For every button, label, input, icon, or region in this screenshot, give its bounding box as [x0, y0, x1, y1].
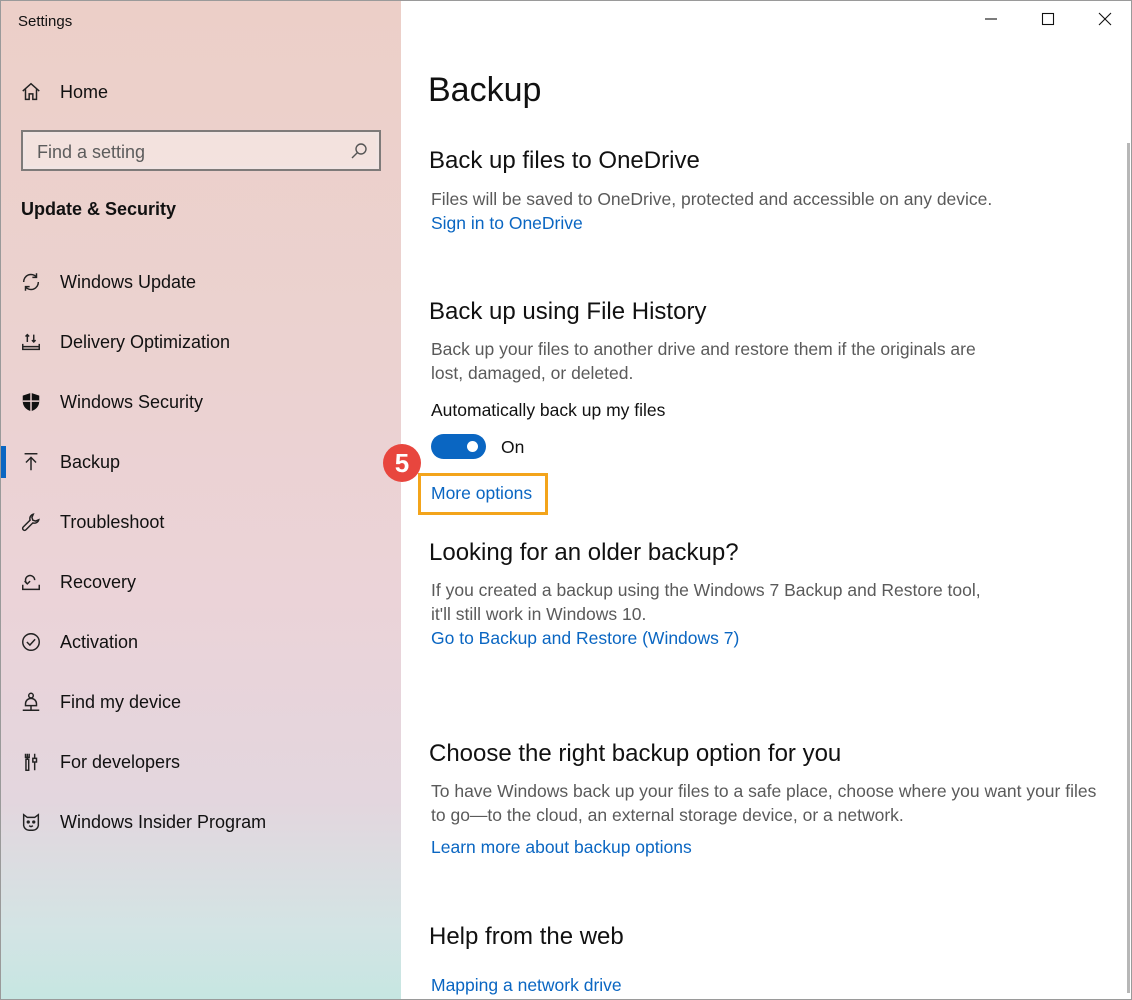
sidebar-item-windows-security[interactable]: Windows Security — [1, 378, 401, 426]
app-title: Settings — [18, 13, 73, 30]
sidebar-item-label: Troubleshoot — [60, 511, 165, 532]
sidebar-item-recovery[interactable]: Recovery — [1, 558, 401, 606]
check-circle-icon — [19, 630, 43, 654]
older-backup-description-line2: it'll still work in Windows 10. — [431, 604, 647, 624]
sidebar-item-label: Delivery Optimization — [60, 331, 231, 352]
search-box[interactable] — [21, 130, 381, 171]
sidebar-item-windows-insider-program[interactable]: Windows Insider Program — [1, 798, 401, 846]
sidebar-home-label: Home — [60, 81, 109, 102]
right-option-description-line1: To have Windows back up your files to a … — [431, 781, 1097, 801]
sidebar-item-delivery-optimization[interactable]: Delivery Optimization — [1, 318, 401, 366]
sidebar-item-label: Backup — [60, 451, 121, 472]
sidebar-item-find-my-device[interactable]: Find my device — [1, 678, 401, 726]
toggle-state-label: On — [501, 437, 525, 457]
older-backup-heading: Looking for an older backup? — [429, 539, 739, 566]
page-title: Backup — [428, 71, 542, 109]
right-option-heading: Choose the right backup option for you — [429, 740, 842, 767]
backup-restore-windows7-link[interactable]: Go to Backup and Restore (Windows 7) — [431, 628, 739, 649]
sidebar-item-windows-update[interactable]: Windows Update — [1, 258, 401, 306]
file-history-description-line1: Back up your files to another drive and … — [431, 339, 976, 359]
wrench-icon — [19, 510, 43, 534]
scrollbar[interactable] — [1127, 143, 1130, 993]
sidebar-item-activation[interactable]: Activation — [1, 618, 401, 666]
file-history-description-line2: lost, damaged, or deleted. — [431, 363, 634, 383]
settings-window: Settings Home Update & Security — [0, 0, 1132, 1000]
sidebar-item-label: Find my device — [60, 691, 182, 712]
main-content: Backup Back up files to OneDrive Files w… — [401, 1, 1131, 999]
sidebar-item-label: Windows Insider Program — [60, 811, 267, 832]
sidebar-item-label: Windows Security — [60, 391, 204, 412]
sidebar-item-backup[interactable]: Backup — [1, 438, 401, 486]
shield-icon — [19, 390, 43, 414]
step-badge: 5 — [383, 444, 421, 482]
auto-backup-label: Automatically back up my files — [431, 400, 666, 420]
section-title: Update & Security — [21, 199, 177, 219]
learn-more-backup-link[interactable]: Learn more about backup options — [431, 837, 692, 858]
right-option-description-line2: to go—to the cloud, an external storage … — [431, 805, 904, 825]
sidebar-item-label: For developers — [60, 751, 181, 772]
sidebar-home[interactable]: Home — [1, 68, 401, 116]
upload-arrow-icon — [19, 450, 43, 474]
cat-icon — [19, 810, 43, 834]
sidebar-item-label: Windows Update — [60, 271, 197, 292]
more-options-link[interactable]: More options — [431, 483, 532, 504]
file-history-heading: Back up using File History — [429, 298, 707, 325]
older-backup-description-line1: If you created a backup using the Window… — [431, 580, 981, 600]
search-input[interactable] — [35, 139, 339, 165]
selection-indicator — [1, 446, 6, 478]
sidebar: Settings Home Update & Security — [1, 1, 401, 999]
auto-backup-toggle[interactable] — [431, 434, 486, 459]
onedrive-heading: Back up files to OneDrive — [429, 147, 700, 174]
sidebar-item-label: Recovery — [60, 571, 137, 592]
refresh-icon — [19, 270, 43, 294]
person-location-icon — [19, 690, 43, 714]
search-icon[interactable] — [349, 141, 369, 161]
mapping-network-drive-link[interactable]: Mapping a network drive — [431, 975, 622, 996]
delivery-icon — [19, 330, 43, 354]
sidebar-item-troubleshoot[interactable]: Troubleshoot — [1, 498, 401, 546]
recovery-icon — [19, 570, 43, 594]
onedrive-description: Files will be saved to OneDrive, protect… — [431, 189, 993, 209]
help-heading: Help from the web — [429, 923, 624, 950]
home-icon — [19, 80, 43, 104]
developer-tools-icon — [19, 750, 43, 774]
sidebar-item-for-developers[interactable]: For developers — [1, 738, 401, 786]
toggle-knob — [467, 441, 478, 452]
sign-in-onedrive-link[interactable]: Sign in to OneDrive — [431, 213, 583, 234]
sidebar-item-label: Activation — [60, 631, 139, 652]
